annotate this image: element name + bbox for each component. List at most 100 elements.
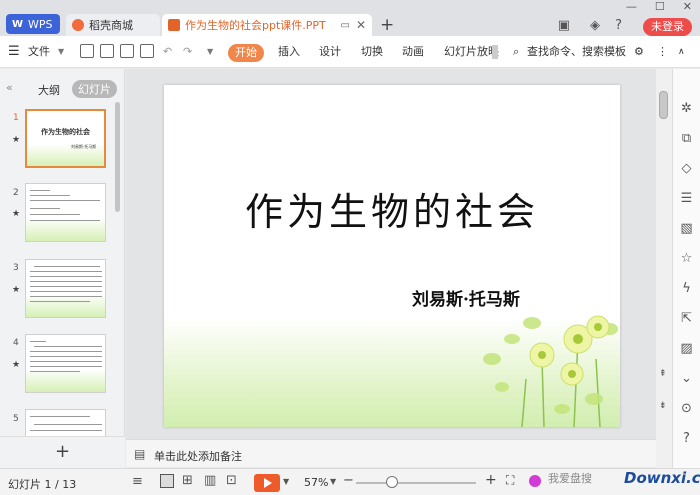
play-slideshow-button[interactable] — [254, 474, 280, 492]
thumb-text-line — [30, 366, 102, 367]
star-icon[interactable]: ☆ — [679, 251, 694, 266]
slide[interactable]: 作为生物的社会 刘易斯·托马斯 — [164, 85, 620, 427]
thumb-text-line — [30, 291, 102, 292]
record-icon[interactable]: ⊡ — [226, 473, 237, 488]
thumb-text-line — [30, 286, 102, 287]
question-icon[interactable]: ? — [679, 431, 694, 446]
close-tab-icon[interactable]: ✕ — [356, 18, 366, 32]
slide-number: 1 — [13, 113, 19, 123]
tab-switch[interactable]: 切换 — [361, 42, 383, 62]
thumb-text-line — [30, 214, 80, 215]
fit-window-icon[interactable]: ⛶ — [506, 473, 514, 488]
thumb-text-line — [30, 416, 90, 417]
save-icon[interactable] — [80, 44, 94, 58]
play-options-chevron-icon[interactable]: ▼ — [283, 477, 289, 486]
zoom-value[interactable]: 57% — [304, 476, 328, 489]
canvas-scrollbar[interactable]: ⇞ ⇟ — [656, 69, 672, 468]
tab-animation[interactable]: 动画 — [402, 42, 424, 62]
monitor-icon[interactable]: ▭ — [341, 20, 350, 31]
slide-thumbnail-2[interactable] — [25, 183, 106, 242]
thumb-text-line — [30, 301, 90, 302]
thumb-background — [26, 218, 105, 241]
redo-icon[interactable]: ↷ — [183, 42, 192, 62]
maximize-icon[interactable]: ☐ — [655, 0, 665, 13]
image-icon[interactable]: ▧ — [679, 221, 694, 236]
tab-wps[interactable]: W WPS — [6, 14, 60, 34]
collapse-panel-icon[interactable]: « — [6, 81, 13, 94]
add-slide-button[interactable]: + — [0, 436, 125, 468]
notes-area[interactable]: ▤ 单击此处添加备注 — [126, 439, 656, 467]
reading-view-icon[interactable]: ▥ — [204, 473, 216, 488]
tab-shop[interactable]: 稻壳商城 — [66, 14, 160, 36]
slide-number: 3 — [13, 263, 19, 273]
notes-placeholder[interactable]: 单击此处添加备注 — [154, 448, 242, 464]
file-menu[interactable]: 文件 — [28, 42, 50, 62]
scroll-tabs-button[interactable] — [492, 45, 498, 59]
scroll-up-icon[interactable]: ⇞ — [659, 369, 667, 379]
thumb-text-line — [30, 208, 60, 209]
login-button[interactable]: 未登录 — [643, 18, 692, 36]
slide-author[interactable]: 刘易斯·托马斯 — [412, 285, 520, 310]
undo-icon[interactable]: ↶ — [163, 42, 172, 62]
close-window-icon[interactable]: ✕ — [683, 0, 692, 13]
zoom-out-icon[interactable]: − — [343, 473, 354, 488]
panel-scrollbar[interactable] — [115, 102, 120, 212]
shapes-icon[interactable]: ◇ — [679, 161, 694, 176]
sorter-view-icon[interactable]: ⊞ — [182, 473, 193, 488]
normal-view-icon[interactable] — [160, 474, 174, 488]
copy-icon[interactable]: ⧉ — [679, 131, 694, 146]
zoom-slider[interactable] — [356, 482, 476, 484]
slide-thumbnail-5[interactable] — [25, 409, 106, 436]
docer-icon — [72, 19, 84, 31]
more-icon[interactable]: ⋮ — [657, 42, 668, 62]
slide-number: 4 — [13, 338, 19, 348]
flower-decoration — [483, 315, 618, 427]
help-icon[interactable]: ? — [615, 18, 622, 33]
slide-count: 幻灯片 1 / 13 — [8, 478, 77, 491]
tab-start[interactable]: 开始 — [228, 44, 264, 62]
layout-icon[interactable]: ▣ — [558, 18, 570, 33]
zoom-chevron-icon[interactable]: ▼ — [330, 477, 336, 486]
print-preview-icon[interactable] — [140, 44, 154, 58]
search-command[interactable]: 查找命令、搜索模板 — [527, 42, 626, 62]
tab-document[interactable]: 作为生物的社会ppt课件.PPT ▭ ✕ — [162, 14, 372, 36]
collapse-down-icon[interactable]: ⌄ — [679, 371, 694, 386]
zoom-in-icon[interactable]: + — [485, 472, 497, 488]
more-chevron-icon[interactable]: ▼ — [207, 42, 213, 62]
thumb-text-line — [30, 371, 80, 372]
menu-lines-icon[interactable]: ≡ — [132, 474, 143, 489]
thumb-background — [26, 369, 105, 392]
export-pdf-icon[interactable] — [100, 44, 114, 58]
slide-thumbnail-1[interactable]: 作为生物的社会 刘易斯·托马斯 — [25, 109, 106, 168]
share-icon[interactable]: ⇱ — [679, 311, 694, 326]
slide-title[interactable]: 作为生物的社会 — [164, 181, 620, 236]
magic-icon[interactable]: ✲ — [679, 101, 694, 116]
slide-thumbnail-4[interactable] — [25, 334, 106, 393]
scrollbar-thumb[interactable] — [659, 91, 668, 119]
tab-outline[interactable]: 大纲 — [38, 82, 60, 98]
slide-thumbnail-3[interactable] — [25, 259, 106, 318]
settings-icon[interactable]: ⚙ — [634, 42, 644, 62]
right-sidebar: ✲ ⧉ ◇ ☰ ▧ ☆ ϟ ⇱ ▨ ⌄ ⊙ ? — [672, 69, 700, 468]
search-icon[interactable]: ⌕ — [513, 42, 519, 62]
lightning-icon[interactable]: ϟ — [679, 281, 694, 296]
status-bar: 幻灯片 1 / 13 ≡ ⊞ ▥ ⊡ ▼ 57% ▼ − + ⛶ — [0, 468, 700, 495]
picture-icon[interactable]: ▨ — [679, 341, 694, 356]
menu-icon[interactable]: ☰ — [8, 42, 20, 62]
tab-insert[interactable]: 插入 — [278, 42, 300, 62]
tab-slideshow[interactable]: 幻灯片放映 — [444, 42, 499, 62]
thumb-text-line — [30, 195, 70, 196]
print-icon[interactable] — [120, 44, 134, 58]
scroll-down-icon[interactable]: ⇟ — [659, 401, 667, 411]
chevron-down-icon[interactable]: ▼ — [58, 42, 64, 62]
compass-icon[interactable]: ⊙ — [679, 401, 694, 416]
adjust-icon[interactable]: ☰ — [679, 191, 694, 206]
zoom-slider-knob[interactable] — [386, 476, 398, 488]
collapse-ribbon-icon[interactable]: ∧ — [678, 42, 685, 62]
minimize-icon[interactable]: — — [626, 0, 637, 13]
new-tab-icon[interactable]: + — [380, 15, 394, 35]
thumb-text-line — [30, 276, 102, 277]
tab-design[interactable]: 设计 — [319, 42, 341, 62]
tab-slides[interactable]: 幻灯片 — [72, 80, 117, 98]
skin-icon[interactable]: ◈ — [590, 18, 600, 33]
